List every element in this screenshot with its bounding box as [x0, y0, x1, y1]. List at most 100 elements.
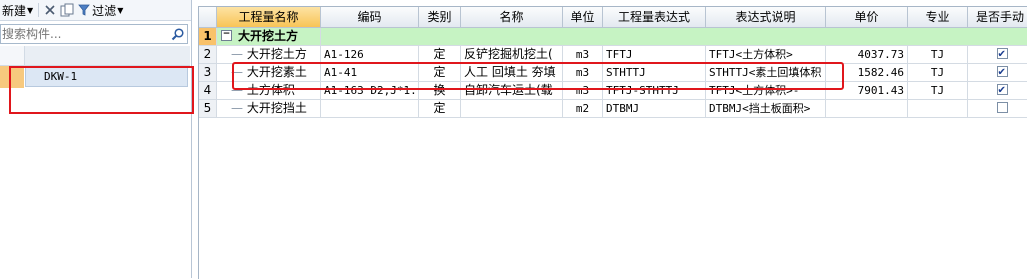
- expression-desc-cell[interactable]: TFTJ<土方体积>: [706, 46, 826, 64]
- major-cell[interactable]: TJ: [908, 82, 968, 100]
- col-header-type[interactable]: 类别: [419, 7, 461, 28]
- quantity-name-cell[interactable]: — 大开挖素土: [217, 64, 321, 82]
- code-cell[interactable]: [321, 100, 419, 118]
- left-toolbar: 新建 ▼ 过滤 ▼: [0, 0, 191, 21]
- filter-icon: [78, 4, 91, 16]
- row-marker: [0, 66, 24, 88]
- type-cell[interactable]: 定: [419, 100, 461, 118]
- code-cell[interactable]: A1-126: [321, 46, 419, 64]
- code-cell[interactable]: A1-41: [321, 64, 419, 82]
- manual-cell[interactable]: [968, 100, 1027, 118]
- group-name: 大开挖土方: [238, 29, 299, 43]
- row-number: 1: [199, 28, 217, 46]
- unit-cell[interactable]: m2: [563, 100, 603, 118]
- manual-checkbox[interactable]: [996, 64, 1008, 81]
- filter-label: 过滤: [92, 3, 117, 18]
- type-cell[interactable]: 定: [419, 64, 461, 82]
- expression-cell[interactable]: TFTJ: [603, 46, 706, 64]
- code-cell[interactable]: A1-163 D2,J*1.1: [321, 82, 419, 100]
- new-button[interactable]: 新建 ▼: [0, 0, 35, 20]
- col-header-major[interactable]: 专业: [908, 7, 968, 28]
- filter-button[interactable]: 过滤 ▼: [76, 0, 125, 20]
- unit-price-cell[interactable]: [826, 100, 908, 118]
- major-cell[interactable]: TJ: [908, 64, 968, 82]
- name-cell[interactable]: 人工 回填土 夯填: [461, 64, 563, 82]
- unit-cell[interactable]: m3: [563, 64, 603, 82]
- search-icon: [171, 27, 184, 40]
- major-cell[interactable]: [908, 100, 968, 118]
- col-header-code[interactable]: 编码: [321, 7, 419, 28]
- manual-checkbox[interactable]: [996, 102, 1008, 113]
- quantity-name-cell[interactable]: — 大开挖土方: [217, 46, 321, 64]
- name-cell[interactable]: 反铲挖掘机挖土(: [461, 46, 563, 64]
- group-row-fill: [321, 28, 1027, 46]
- name-cell[interactable]: [461, 100, 563, 118]
- manual-checkbox[interactable]: [996, 46, 1008, 63]
- unit-price-cell[interactable]: 1582.46: [826, 64, 908, 82]
- expression-cell[interactable]: TFTJ-STHTTJ: [603, 82, 706, 100]
- quantity-grid: 工程量名称 编码 类别 名称 单位 工程量表达式 表达式说明 单价 专业 是否手…: [198, 6, 1027, 279]
- major-cell[interactable]: TJ: [908, 46, 968, 64]
- tree-header: [0, 46, 190, 66]
- tree-connector: —: [231, 65, 247, 79]
- expression-desc-cell[interactable]: TFTJ<土方体积>-: [706, 82, 826, 100]
- delete-button[interactable]: [42, 0, 58, 20]
- table-row[interactable]: 2 — 大开挖土方 A1-126 定 反铲挖掘机挖土( m3 TFTJ TFTJ…: [199, 46, 1027, 64]
- type-cell[interactable]: 换: [419, 82, 461, 100]
- col-header-index: [199, 7, 217, 28]
- quantity-name: 大开挖挡土: [246, 101, 307, 115]
- unit-price-cell[interactable]: 4037.73: [826, 46, 908, 64]
- tree-header-marker: [0, 46, 25, 65]
- quantity-name: 大开挖素土: [246, 65, 307, 79]
- manual-cell[interactable]: [968, 64, 1027, 82]
- tree-connector: —: [231, 101, 247, 115]
- table-row[interactable]: 4 — 土方体积 A1-163 D2,J*1.1 换 自卸汽车运土(载 m3 T…: [199, 82, 1027, 100]
- row-number: 5: [199, 100, 217, 118]
- col-header-manual[interactable]: 是否手动: [968, 7, 1027, 28]
- tree-item-label: DKW-1: [25, 66, 188, 87]
- search-input[interactable]: [1, 26, 167, 42]
- table-row-group[interactable]: 1 − 大开挖土方: [199, 28, 1027, 46]
- component-tree: DKW-1: [0, 46, 190, 88]
- close-icon: [45, 5, 55, 15]
- col-header-unit[interactable]: 单位: [563, 7, 603, 28]
- expression-desc-cell[interactable]: DTBMJ<挡土板面积>: [706, 100, 826, 118]
- unit-price-cell[interactable]: 7901.43: [826, 82, 908, 100]
- name-cell[interactable]: 自卸汽车运土(载: [461, 82, 563, 100]
- col-header-unit-price[interactable]: 单价: [826, 7, 908, 28]
- expression-cell[interactable]: STHTTJ: [603, 64, 706, 82]
- quantity-name-cell[interactable]: — 土方体积: [217, 82, 321, 100]
- search-box: [0, 24, 188, 44]
- quantity-name: 土方体积: [246, 83, 295, 97]
- row-number: 4: [199, 82, 217, 100]
- col-header-expression[interactable]: 工程量表达式: [603, 7, 706, 28]
- collapse-icon[interactable]: −: [221, 30, 232, 41]
- quantity-name-cell[interactable]: — 大开挖挡土: [217, 100, 321, 118]
- col-header-quantity-name[interactable]: 工程量名称: [217, 7, 321, 28]
- toolbar-divider: [38, 3, 40, 17]
- expression-cell[interactable]: DTBMJ: [603, 100, 706, 118]
- tree-item-selected[interactable]: DKW-1: [0, 66, 190, 88]
- type-cell[interactable]: 定: [419, 46, 461, 64]
- tree-connector: —: [231, 47, 247, 61]
- unit-cell[interactable]: m3: [563, 46, 603, 64]
- copy-icon: [60, 3, 74, 17]
- manual-checkbox[interactable]: [996, 82, 1008, 99]
- manual-cell[interactable]: [968, 46, 1027, 64]
- row-number: 3: [199, 64, 217, 82]
- manual-cell[interactable]: [968, 82, 1027, 100]
- row-number: 2: [199, 46, 217, 64]
- search-button[interactable]: [167, 25, 187, 43]
- chevron-down-icon: ▼: [117, 5, 124, 15]
- copy-button[interactable]: [58, 0, 76, 20]
- tree-connector: —: [231, 83, 247, 97]
- table-row[interactable]: 3 — 大开挖素土 A1-41 定 人工 回填土 夯填 m3 STHTTJ ST…: [199, 64, 1027, 82]
- chevron-down-icon: ▼: [27, 5, 34, 15]
- unit-cell[interactable]: m3: [563, 82, 603, 100]
- col-header-expression-desc[interactable]: 表达式说明: [706, 7, 826, 28]
- expression-desc-cell[interactable]: STHTTJ<素土回填体积: [706, 64, 826, 82]
- table-row[interactable]: 5 — 大开挖挡土 定 m2 DTBMJ DTBMJ<挡土板面积>: [199, 100, 1027, 118]
- group-name-cell[interactable]: − 大开挖土方: [217, 28, 321, 46]
- component-panel: 新建▼ 过滤▼ DKW-1: [0, 0, 192, 278]
- col-header-name[interactable]: 名称: [461, 7, 563, 28]
